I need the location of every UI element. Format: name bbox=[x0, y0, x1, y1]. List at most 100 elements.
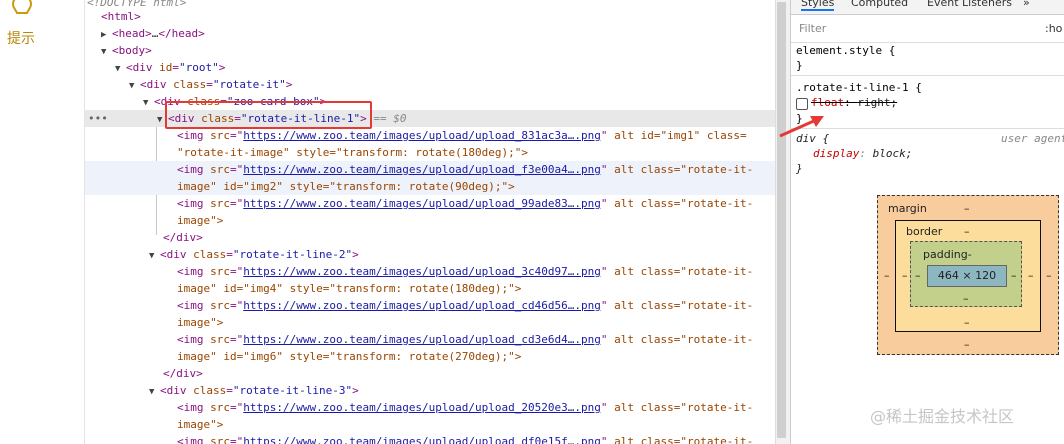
tag-name: <div bbox=[160, 384, 194, 397]
attr-quote: " bbox=[600, 197, 608, 210]
styles-tabs: Styles Computed Event Listeners » bbox=[791, 0, 1064, 15]
attr-value: "rotate-it-line-2" bbox=[232, 248, 353, 261]
tab-computed[interactable]: Computed bbox=[851, 0, 908, 9]
rotate-it-line-1-rule: .rotate-it-line-1 { float: right; } bbox=[791, 78, 1064, 129]
dom-node-row[interactable]: ▼ <div class="rotate-it-line-3"> bbox=[85, 382, 775, 399]
tab-styles[interactable]: Styles bbox=[801, 0, 835, 11]
image-src-link[interactable]: https://www.zoo.team/images/upload/uploa… bbox=[243, 265, 601, 278]
attr-name: src bbox=[210, 265, 230, 278]
tag-name: <img bbox=[177, 129, 211, 142]
dom-node-row[interactable]: <img src="https://www.zoo.team/images/up… bbox=[85, 433, 775, 444]
dom-node-row[interactable]: ▼ <body> bbox=[85, 42, 775, 59]
attr-quote: " bbox=[600, 129, 608, 142]
attr-continuation: image"> bbox=[177, 316, 224, 329]
dom-node-row[interactable]: <img src="https://www.zoo.team/images/up… bbox=[85, 263, 775, 280]
tag-end: > bbox=[352, 384, 359, 397]
dom-node-row[interactable]: </div> bbox=[85, 229, 775, 246]
tag-close: </head> bbox=[158, 27, 205, 40]
image-src-link[interactable]: https://www.zoo.team/images/upload/uploa… bbox=[243, 435, 601, 444]
attr-name: src bbox=[210, 299, 230, 312]
image-src-link[interactable]: https://www.zoo.team/images/upload/uploa… bbox=[243, 163, 601, 176]
dom-node-row[interactable]: ▼ <div class="rotate-it-line-2"> bbox=[85, 246, 775, 263]
attr-name: src bbox=[210, 197, 230, 210]
tag-name: <div bbox=[126, 61, 160, 74]
dom-node-row[interactable]: ▶ <head>…</head> bbox=[85, 25, 775, 42]
image-src-link[interactable]: https://www.zoo.team/images/upload/uploa… bbox=[243, 129, 601, 142]
box-model-content[interactable]: 464 × 120 bbox=[927, 265, 1007, 287]
attr-rest: alt class="rotate-it- bbox=[607, 163, 754, 176]
element-style-rule: element.style { } bbox=[791, 43, 1064, 76]
tag-name: <img bbox=[177, 333, 211, 346]
div-ua-rule: div { user agent display: block; } bbox=[791, 130, 1064, 178]
dom-node-row[interactable]: ▼ <div id="root"> bbox=[85, 59, 775, 76]
attr-name: src bbox=[210, 435, 230, 444]
tag-end: > bbox=[218, 61, 226, 74]
filter-placeholder: Filter bbox=[799, 22, 827, 35]
dom-node-row[interactable]: <img src="https://www.zoo.team/images/up… bbox=[85, 297, 775, 314]
attr-eq: =" bbox=[230, 401, 244, 414]
dom-node-row[interactable]: <img src="https://www.zoo.team/images/up… bbox=[85, 195, 775, 212]
tab-more-icon[interactable]: » bbox=[1023, 0, 1030, 9]
tab-event-listeners[interactable]: Event Listeners bbox=[927, 0, 1012, 9]
console-ref: == $0 bbox=[366, 112, 407, 125]
image-src-link[interactable]: https://www.zoo.team/images/upload/uploa… bbox=[243, 401, 601, 414]
attr-rest: alt class="rotate-it- bbox=[607, 265, 754, 278]
attr-eq: =" bbox=[230, 333, 244, 346]
highlight-box bbox=[165, 101, 372, 129]
tag-end: > bbox=[352, 248, 359, 261]
attr-name: class bbox=[193, 248, 227, 261]
lightbulb-icon bbox=[11, 0, 33, 14]
attr-eq: =" bbox=[230, 197, 244, 210]
attr-eq: = bbox=[226, 384, 233, 397]
image-src-link[interactable]: https://www.zoo.team/images/upload/uploa… bbox=[243, 197, 601, 210]
dom-node-row[interactable]: </div> bbox=[85, 365, 775, 382]
attr-name: id bbox=[159, 61, 173, 74]
attr-value: "root" bbox=[179, 61, 219, 74]
dom-node-row[interactable]: <img src="https://www.zoo.team/images/up… bbox=[85, 331, 775, 348]
attr-quote: " bbox=[600, 401, 608, 414]
attr-continuation: image" id="img6" style="transform: rotat… bbox=[177, 350, 522, 363]
attr-continuation: image"> bbox=[177, 418, 224, 431]
user-agent-label: user agent bbox=[1001, 132, 1064, 145]
attr-rest: alt id="img1" class= bbox=[607, 129, 747, 142]
attr-rest: alt class="rotate-it- bbox=[607, 333, 754, 346]
attr-eq: =" bbox=[230, 265, 244, 278]
dom-node-row[interactable]: <img src="https://www.zoo.team/images/up… bbox=[85, 399, 775, 416]
dom-node-row[interactable]: ▼ <div class="rotate-it"> bbox=[85, 76, 775, 93]
elements-tree[interactable]: <!DOCTYPE html> <html> ▶ <head>…</head> ▼ <bo… bbox=[84, 0, 775, 444]
dom-node-row[interactable]: image" id="img6" style="transform: rotat… bbox=[85, 348, 775, 365]
attr-value: "rotate-it-line-3" bbox=[232, 384, 353, 397]
image-src-link[interactable]: https://www.zoo.team/images/upload/uploa… bbox=[243, 299, 601, 312]
image-src-link[interactable]: https://www.zoo.team/images/upload/uploa… bbox=[243, 333, 601, 346]
float-checkbox[interactable] bbox=[796, 98, 808, 110]
row-menu-icon: ••• bbox=[88, 112, 108, 125]
dom-node-row[interactable]: image"> bbox=[85, 314, 775, 331]
tag-name: <img bbox=[177, 299, 211, 312]
dom-node-row[interactable]: "rotate-it-image" style="transform: rota… bbox=[85, 144, 775, 161]
dom-node-row[interactable]: <html> bbox=[85, 8, 775, 25]
dom-node-row[interactable]: <img src="https://www.zoo.team/images/up… bbox=[85, 161, 775, 178]
hov-toggle[interactable]: :ho bbox=[1045, 22, 1062, 35]
dom-node-row[interactable]: image" id="img4" style="transform: rotat… bbox=[85, 280, 775, 297]
attr-eq: =" bbox=[230, 435, 244, 444]
dom-node-row[interactable]: image" id="img2" style="transform: rotat… bbox=[85, 178, 775, 195]
float-declaration[interactable]: float: right; bbox=[811, 96, 897, 109]
tag-name: <div bbox=[140, 78, 174, 91]
filter-input[interactable]: Filter :ho bbox=[791, 16, 1064, 43]
hint-label: 提示 bbox=[7, 31, 35, 47]
annotation-arrow-icon bbox=[779, 116, 824, 138]
attr-quote: " bbox=[600, 435, 608, 444]
attr-continuation: image" id="img2" style="transform: rotat… bbox=[177, 180, 515, 193]
attr-rest: alt class="rotate-it- bbox=[607, 197, 754, 210]
dom-node-row[interactable]: <img src="https://www.zoo.team/images/up… bbox=[85, 127, 775, 144]
dom-node-row[interactable]: image"> bbox=[85, 212, 775, 229]
attr-quote: " bbox=[600, 299, 608, 312]
scrollbar-thumb[interactable] bbox=[777, 2, 786, 438]
attr-quote: " bbox=[600, 163, 608, 176]
dom-node-row[interactable]: image"> bbox=[85, 416, 775, 433]
tag-name: <html> bbox=[101, 10, 141, 23]
tag-name: <head> bbox=[112, 27, 152, 40]
attr-name: class bbox=[193, 384, 227, 397]
tag-name: <img bbox=[177, 435, 211, 444]
attr-rest: alt class="rotate-it- bbox=[607, 401, 754, 414]
